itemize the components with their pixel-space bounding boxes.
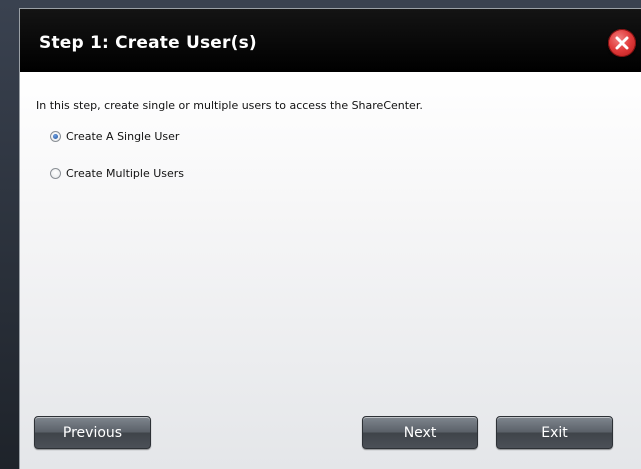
radio-multiple-users[interactable]	[50, 168, 61, 179]
option-single-user-label: Create A Single User	[66, 130, 180, 143]
dialog-title: Step 1: Create User(s)	[39, 33, 257, 53]
next-button[interactable]: Next	[362, 416, 478, 449]
option-multiple-users[interactable]: Create Multiple Users	[50, 167, 184, 180]
radio-single-user[interactable]	[50, 131, 61, 142]
dialog-titlebar: Step 1: Create User(s)	[20, 9, 641, 72]
previous-button[interactable]: Previous	[34, 416, 151, 449]
close-x-icon	[615, 36, 629, 50]
exit-button[interactable]: Exit	[496, 416, 613, 449]
dialog-body: In this step, create single or multiple …	[20, 72, 641, 469]
step-instruction-text: In this step, create single or multiple …	[36, 99, 423, 112]
create-user-wizard-dialog: Step 1: Create User(s) In this step, cre…	[19, 8, 641, 469]
close-button[interactable]	[608, 29, 636, 57]
option-single-user[interactable]: Create A Single User	[50, 130, 179, 143]
option-multiple-users-label: Create Multiple Users	[66, 167, 185, 180]
